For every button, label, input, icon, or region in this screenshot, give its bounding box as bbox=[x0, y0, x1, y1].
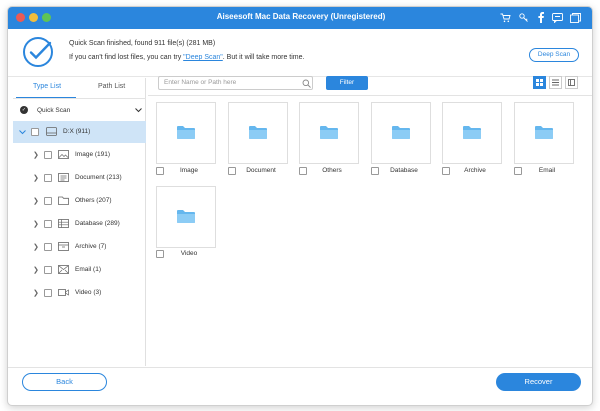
tab-path-list[interactable]: Path List bbox=[98, 83, 125, 90]
tile-label: Others bbox=[322, 167, 342, 174]
drive-icon bbox=[46, 127, 57, 136]
archive-icon bbox=[58, 242, 69, 251]
folder-icon bbox=[177, 210, 195, 223]
sidebar-item-others[interactable]: ❯ Others (207) bbox=[13, 190, 146, 212]
expand-arrow-icon[interactable]: ❯ bbox=[33, 197, 39, 205]
expand-arrow-icon[interactable]: ❯ bbox=[33, 220, 39, 228]
category-checkbox[interactable] bbox=[44, 289, 52, 297]
search-input[interactable]: Enter Name or Path here bbox=[158, 76, 313, 90]
category-checkbox[interactable] bbox=[44, 151, 52, 159]
category-checkbox[interactable] bbox=[44, 243, 52, 251]
chat-icon[interactable] bbox=[551, 11, 564, 24]
file-type-tile-database[interactable] bbox=[371, 102, 431, 164]
tile-label: Document bbox=[246, 167, 276, 174]
sidebar-item-document[interactable]: ❯ Document (213) bbox=[13, 167, 146, 189]
filter-button[interactable]: Filter bbox=[326, 76, 368, 90]
email-icon bbox=[58, 265, 69, 274]
quick-scan-row[interactable]: ✓ Quick Scan bbox=[13, 100, 146, 122]
drive-checkbox[interactable] bbox=[31, 128, 39, 136]
tile-label: Image bbox=[179, 167, 199, 174]
tab-type-list[interactable]: Type List bbox=[33, 83, 61, 90]
deep-scan-hint: If you can't find lost files, you can tr… bbox=[69, 54, 305, 61]
file-type-tile-archive[interactable] bbox=[442, 102, 502, 164]
sidebar-item-archive[interactable]: ❯ Archive (7) bbox=[13, 236, 146, 258]
file-type-tile-document[interactable] bbox=[228, 102, 288, 164]
tile-label: Video bbox=[180, 250, 198, 257]
tile-label: Database bbox=[390, 167, 418, 174]
title-bar: Aiseesoft Mac Data Recovery (Unregistere… bbox=[8, 7, 592, 29]
toolbar-divider bbox=[148, 95, 592, 96]
sidebar-item-database[interactable]: ❯ Database (289) bbox=[13, 213, 146, 235]
file-type-tile-email[interactable] bbox=[514, 102, 574, 164]
folder-icon bbox=[177, 126, 195, 139]
category-checkbox[interactable] bbox=[44, 174, 52, 182]
document-icon bbox=[58, 173, 69, 182]
deep-scan-link[interactable]: "Deep Scan" bbox=[183, 54, 223, 61]
drive-row[interactable]: D:X (911) bbox=[13, 121, 146, 143]
image-icon bbox=[58, 150, 69, 159]
folder-icon bbox=[249, 126, 267, 139]
expand-arrow-icon[interactable]: ❯ bbox=[33, 174, 39, 182]
folder-icon bbox=[392, 126, 410, 139]
folder-icon bbox=[58, 196, 69, 205]
recover-button[interactable]: Recover bbox=[496, 373, 581, 391]
scan-result-text: Quick Scan finished, found 911 file(s) (… bbox=[69, 40, 216, 47]
cart-icon[interactable] bbox=[499, 11, 512, 24]
app-window: Aiseesoft Mac Data Recovery (Unregistere… bbox=[7, 6, 593, 406]
sidebar-item-label: Archive (7) bbox=[75, 243, 107, 250]
folder-icon bbox=[463, 126, 481, 139]
quick-scan-label: Quick Scan bbox=[37, 107, 71, 114]
sidebar-item-email[interactable]: ❯ Email (1) bbox=[13, 259, 146, 281]
folder-icon bbox=[320, 126, 338, 139]
file-type-tile-video[interactable] bbox=[156, 186, 216, 248]
restore-icon[interactable] bbox=[569, 11, 582, 24]
category-checkbox[interactable] bbox=[44, 197, 52, 205]
category-checkbox[interactable] bbox=[44, 220, 52, 228]
grid-view-icon[interactable] bbox=[533, 76, 546, 89]
sidebar: Type List Path List ✓ Quick Scan D:X (91… bbox=[13, 78, 146, 366]
file-type-tile-image[interactable] bbox=[156, 102, 216, 164]
sidebar-item-video[interactable]: ❯ Video (3) bbox=[13, 282, 146, 304]
sidebar-tabs: Type List Path List bbox=[13, 78, 146, 99]
expand-arrow-icon[interactable]: ❯ bbox=[33, 266, 39, 274]
scan-complete-icon bbox=[23, 37, 53, 67]
list-view-icon[interactable] bbox=[549, 76, 562, 89]
video-icon bbox=[58, 289, 69, 296]
category-checkbox[interactable] bbox=[44, 266, 52, 274]
detail-view-icon[interactable] bbox=[565, 76, 578, 89]
facebook-icon[interactable] bbox=[534, 11, 547, 24]
back-button[interactable]: Back bbox=[22, 373, 107, 391]
sidebar-item-image[interactable]: ❯ Image (191) bbox=[13, 144, 146, 166]
file-type-tile-others[interactable] bbox=[299, 102, 359, 164]
folder-icon bbox=[535, 126, 553, 139]
tile-label: Archive bbox=[464, 167, 486, 174]
deep-scan-button[interactable]: Deep Scan bbox=[529, 48, 579, 62]
sidebar-item-label: Others (207) bbox=[75, 197, 112, 204]
footer-divider bbox=[8, 367, 592, 368]
sidebar-item-label: Database (289) bbox=[75, 220, 120, 227]
database-icon bbox=[58, 219, 69, 228]
tile-label: Email bbox=[538, 167, 556, 174]
expand-arrow-icon[interactable]: ❯ bbox=[33, 151, 39, 159]
sidebar-item-label: Email (1) bbox=[75, 266, 102, 273]
sidebar-item-label: Document (213) bbox=[75, 174, 122, 181]
chevron-down-icon[interactable] bbox=[135, 108, 142, 113]
drive-label: D:X (911) bbox=[63, 128, 91, 135]
sidebar-item-label: Video (3) bbox=[75, 289, 102, 296]
sidebar-item-label: Image (191) bbox=[75, 151, 111, 158]
key-icon[interactable] bbox=[517, 11, 530, 24]
expand-arrow-icon[interactable]: ❯ bbox=[33, 243, 39, 251]
scan-status-area: Quick Scan finished, found 911 file(s) (… bbox=[8, 29, 592, 77]
tab-divider bbox=[13, 98, 146, 99]
expand-arrow-icon[interactable] bbox=[19, 130, 26, 135]
search-icon[interactable] bbox=[302, 79, 311, 88]
checkmark-icon: ✓ bbox=[20, 106, 28, 114]
expand-arrow-icon[interactable]: ❯ bbox=[33, 289, 39, 297]
